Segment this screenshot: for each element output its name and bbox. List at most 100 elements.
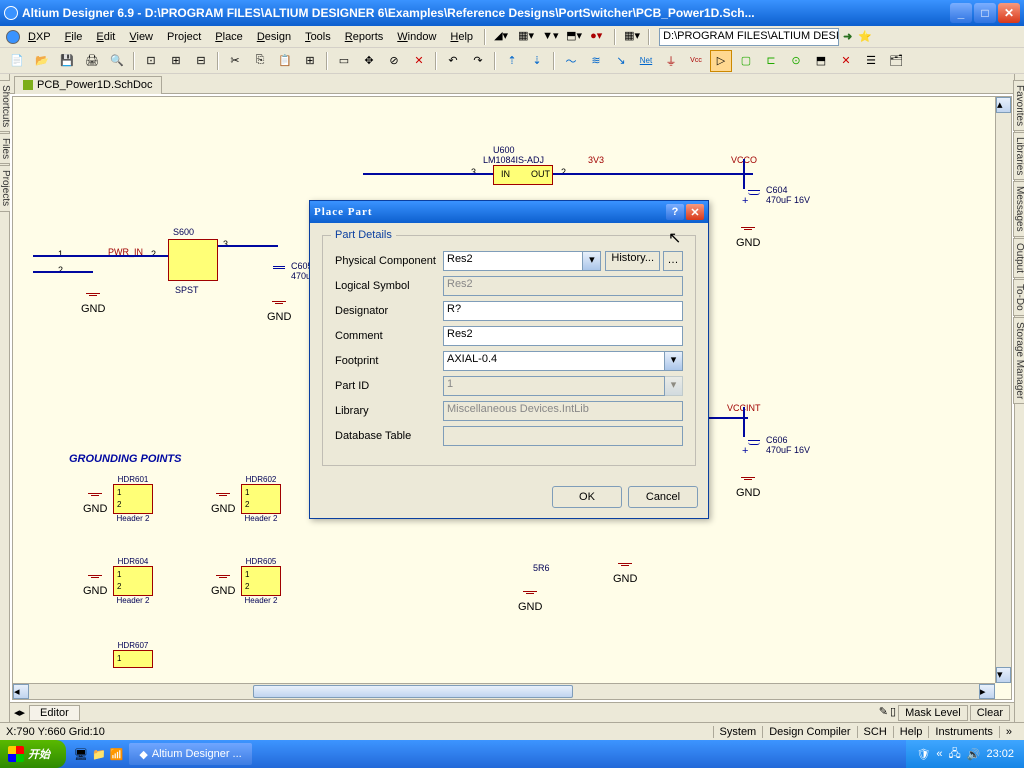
close-button[interactable]: ✕ — [998, 3, 1020, 23]
tray-net-icon[interactable]: 🖧 — [949, 745, 961, 764]
input-footprint[interactable]: AXIAL-0.4 — [443, 351, 665, 371]
sheet-entry-icon[interactable]: ⊏ — [760, 50, 782, 72]
zoom-select-icon[interactable]: ⊟ — [190, 50, 212, 72]
dialog-title-bar[interactable]: Place Part ? ✕ — [310, 201, 708, 223]
paste-icon[interactable]: 📋 — [274, 50, 296, 72]
dropdown-icon-4[interactable]: ⬒▾ — [566, 29, 582, 45]
device-icon[interactable]: ⊙ — [785, 50, 807, 72]
delete-icon[interactable]: ✕ — [408, 50, 430, 72]
menu-place[interactable]: Place — [209, 29, 249, 45]
menu-help[interactable]: Help — [444, 29, 479, 45]
part-icon[interactable]: ▷ — [710, 50, 732, 72]
tray-shield-icon[interactable]: 🛡 — [916, 748, 930, 761]
dropdown-icon[interactable]: ◢▾ — [494, 29, 510, 45]
pencil-icon[interactable]: ✎ — [879, 705, 888, 721]
dropdown-physical-icon[interactable]: ▾ — [583, 251, 601, 271]
print-icon[interactable]: 🖨 — [81, 50, 103, 72]
port-icon[interactable]: ⬒ — [810, 50, 832, 72]
dialog-close-button[interactable]: ✕ — [686, 204, 704, 220]
go-icon[interactable]: ➜ — [843, 30, 852, 43]
browse-button[interactable]: … — [663, 251, 683, 271]
cut-icon[interactable]: ✂ — [224, 50, 246, 72]
menu-tools[interactable]: Tools — [299, 29, 337, 45]
maximize-button[interactable]: □ — [974, 3, 996, 23]
menu-dxp[interactable]: DXP — [22, 29, 57, 45]
side-tab-libraries[interactable]: Libraries — [1013, 132, 1024, 180]
task-altium[interactable]: ◆ Altium Designer ... — [129, 743, 251, 765]
bus-icon[interactable]: ≋ — [585, 50, 607, 72]
hierarchy-down-icon[interactable]: ⇣ — [526, 50, 548, 72]
side-tab-output[interactable]: Output — [1013, 238, 1024, 278]
cancel-button[interactable]: Cancel — [628, 486, 698, 508]
side-tab-storage[interactable]: Storage Manager — [1013, 317, 1024, 404]
zoom-fit-icon[interactable]: ⊡ — [140, 50, 162, 72]
minimize-button[interactable]: _ — [950, 3, 972, 23]
dropdown-icon-5[interactable]: ●▾ — [590, 29, 606, 45]
side-tab-favorites[interactable]: Favorites — [1013, 80, 1024, 131]
move-icon[interactable]: ✥ — [358, 50, 380, 72]
favorite-icon[interactable]: ⭐ — [858, 30, 872, 43]
ql-icon[interactable]: 🖥 — [74, 748, 88, 761]
menu-window[interactable]: Window — [391, 29, 442, 45]
split-icon[interactable]: ▯ — [890, 705, 896, 721]
zoom-area-icon[interactable]: ⊞ — [165, 50, 187, 72]
gnd-icon[interactable]: ⏚ — [660, 50, 682, 72]
mask-level-button[interactable]: Mask Level — [898, 705, 968, 721]
netlabel-icon[interactable]: Net — [635, 50, 657, 72]
input-designator[interactable]: R? — [443, 301, 683, 321]
sheet-icon[interactable]: ▢ — [735, 50, 757, 72]
redo-icon[interactable]: ↷ — [467, 50, 489, 72]
preview-icon[interactable]: 🔍 — [106, 50, 128, 72]
explorer-icon[interactable]: 🗂 — [885, 50, 907, 72]
document-tab[interactable]: PCB_Power1D.SchDoc — [14, 76, 162, 94]
dropdown-footprint-icon[interactable]: ▾ — [665, 351, 683, 371]
status-help[interactable]: Help — [893, 726, 929, 738]
status-instruments[interactable]: Instruments — [928, 726, 998, 738]
input-physical[interactable]: Res2 — [443, 251, 583, 271]
wire-icon[interactable]: 〜 — [560, 50, 582, 72]
path-box[interactable]: D:\PROGRAM FILES\ALTIUM DESIGNI — [659, 28, 839, 46]
undo-icon[interactable]: ↶ — [442, 50, 464, 72]
vscrollbar[interactable]: ▴ ▾ — [995, 97, 1011, 683]
history-button[interactable]: History... — [605, 251, 660, 271]
new-icon[interactable]: 📄 — [6, 50, 28, 72]
open-icon[interactable]: 📂 — [31, 50, 53, 72]
menu-view[interactable]: View — [123, 29, 159, 45]
menu-edit[interactable]: Edit — [90, 29, 121, 45]
status-sch[interactable]: SCH — [857, 726, 893, 738]
deselect-icon[interactable]: ⊘ — [383, 50, 405, 72]
ql-icon-3[interactable]: 📶 — [110, 748, 124, 761]
dxp-icon[interactable] — [6, 30, 20, 44]
dropdown-icon-2[interactable]: ▦▾ — [518, 29, 534, 45]
side-tab-messages[interactable]: Messages — [1013, 181, 1024, 237]
bus-entry-icon[interactable]: ↘ — [610, 50, 632, 72]
tray-chevron-icon[interactable]: « — [936, 748, 942, 760]
menu-file[interactable]: File — [59, 29, 89, 45]
ok-button[interactable]: OK — [552, 486, 622, 508]
input-comment[interactable]: Res2 — [443, 326, 683, 346]
save-icon[interactable]: 💾 — [56, 50, 78, 72]
editor-tab[interactable]: Editor — [29, 705, 80, 721]
menu-project[interactable]: Project — [161, 29, 207, 45]
select-icon[interactable]: ▭ — [333, 50, 355, 72]
grid-icon[interactable]: ▦▾ — [624, 29, 640, 45]
side-tab-todo[interactable]: To-Do — [1013, 279, 1024, 316]
copy-icon[interactable]: ⎘ — [249, 50, 271, 72]
system-tray[interactable]: 🛡 « 🖧 🔊 23:02 — [906, 740, 1024, 768]
paste-array-icon[interactable]: ⊞ — [299, 50, 321, 72]
hierarchy-up-icon[interactable]: ⇡ — [501, 50, 523, 72]
status-pin-icon[interactable]: » — [999, 726, 1018, 738]
browse-icon[interactable]: ☰ — [860, 50, 882, 72]
menu-reports[interactable]: Reports — [339, 29, 390, 45]
menu-design[interactable]: Design — [251, 29, 297, 45]
status-system[interactable]: System — [713, 726, 763, 738]
tray-vol-icon[interactable]: 🔊 — [967, 748, 981, 761]
dropdown-icon-3[interactable]: ▼▾ — [542, 29, 558, 45]
vcc-icon[interactable]: Vcc — [685, 50, 707, 72]
hscrollbar[interactable]: ◂ ▸ — [13, 683, 995, 699]
dialog-help-button[interactable]: ? — [666, 204, 684, 220]
noerc-icon[interactable]: ✕ — [835, 50, 857, 72]
ql-icon-2[interactable]: 📁 — [92, 748, 106, 761]
start-button[interactable]: 开始 — [0, 740, 66, 768]
status-compiler[interactable]: Design Compiler — [762, 726, 856, 738]
